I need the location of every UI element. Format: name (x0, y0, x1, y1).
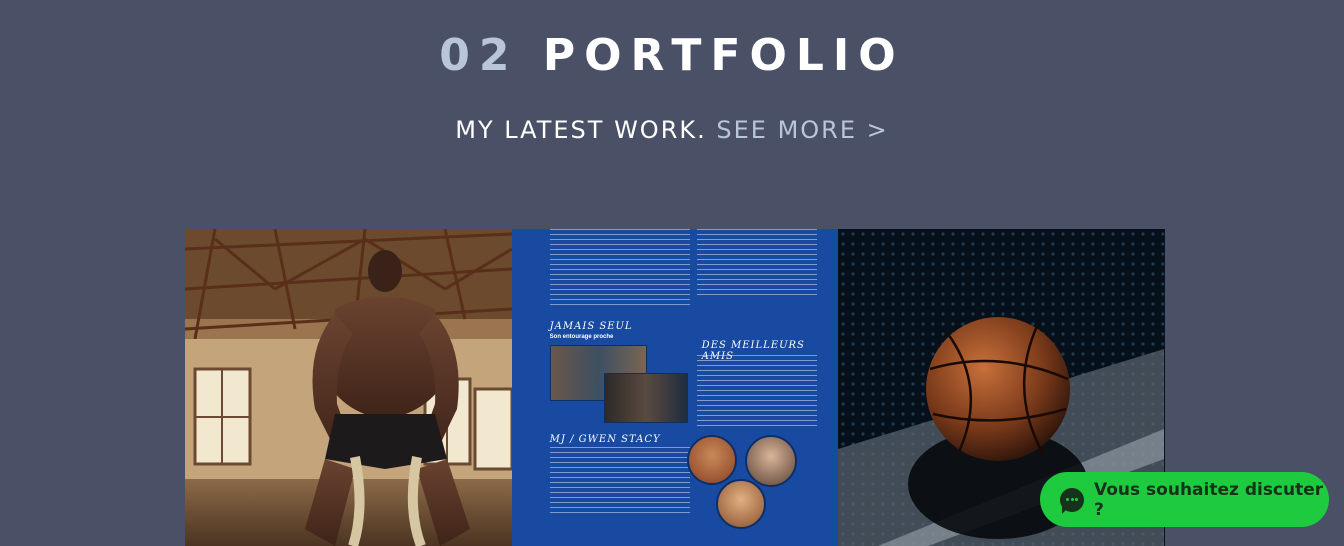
chat-button-label: Vous souhaitez discuter ? (1094, 479, 1324, 520)
magazine-heading: MJ / GWEN STACY (549, 434, 661, 445)
gym-photo (185, 229, 512, 546)
section-title: 02 PORTFOLIO (0, 30, 1344, 82)
magazine-photo (603, 373, 688, 423)
magazine-portrait (715, 479, 766, 529)
portfolio-item-magazine[interactable]: JAMAIS SEUL Son entourage proche DES MEI… (511, 229, 839, 546)
subtitle-text: MY LATEST WORK. (455, 116, 707, 144)
magazine-text-block (696, 355, 817, 430)
chat-bubble-icon (1060, 487, 1084, 514)
magazine-subheading: Son entourage proche (549, 334, 614, 340)
portfolio-item-athlete[interactable] (185, 229, 512, 546)
see-more-link[interactable]: SEE MORE > (716, 116, 888, 144)
portfolio-gallery: JAMAIS SEUL Son entourage proche DES MEI… (185, 229, 1166, 546)
magazine-portrait (744, 435, 797, 487)
magazine-heading: JAMAIS SEUL (549, 321, 633, 332)
section-title-text: PORTFOLIO (542, 30, 905, 81)
magazine-text-block (696, 229, 817, 299)
magazine-portrait (686, 435, 737, 485)
section-number: 02 (439, 30, 519, 81)
section-header: 02 PORTFOLIO MY LATEST WORK. SEE MORE > (0, 30, 1344, 144)
magazine-text-block (549, 447, 690, 517)
chat-button[interactable]: Vous souhaitez discuter ? (1040, 472, 1329, 527)
magazine-text-block (549, 229, 690, 309)
section-subtitle: MY LATEST WORK. SEE MORE > (0, 116, 1344, 144)
